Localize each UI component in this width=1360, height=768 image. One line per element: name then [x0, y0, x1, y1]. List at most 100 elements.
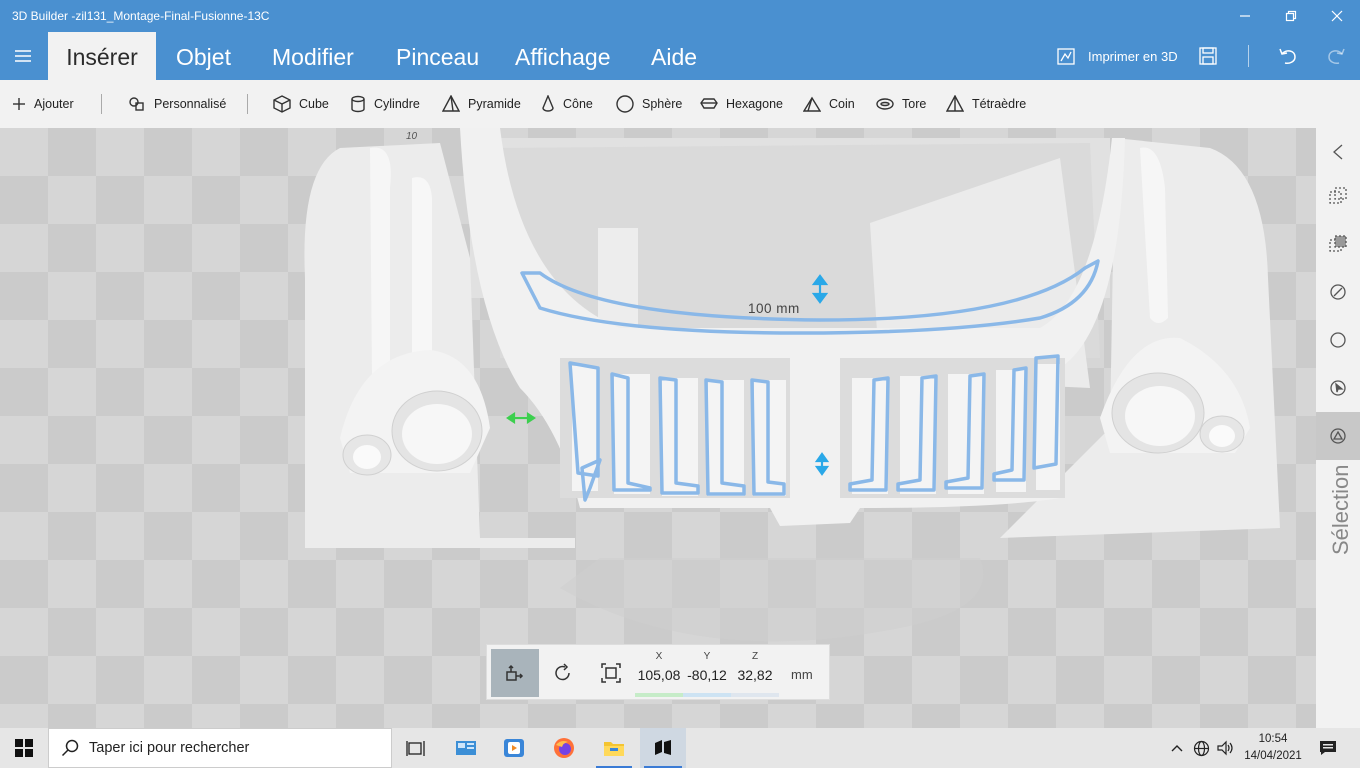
select-circle-button[interactable] [1316, 316, 1360, 364]
restore-button[interactable] [1268, 0, 1314, 32]
search-icon [61, 739, 79, 757]
cone-label: Cône [563, 97, 593, 111]
paste-button[interactable] [1316, 220, 1360, 268]
volume-button[interactable] [1214, 728, 1238, 768]
plus-icon [13, 98, 25, 110]
add-button[interactable]: Ajouter [12, 80, 74, 128]
task-view-icon [406, 741, 425, 756]
taskbar-app-control-panel[interactable] [444, 728, 488, 768]
print-3d-button[interactable]: Imprimer en 3D [1056, 32, 1178, 80]
speaker-icon [1217, 740, 1233, 756]
collapse-panel-button[interactable] [1316, 128, 1360, 176]
select-shapes-button[interactable] [1316, 268, 1360, 316]
x-coordinate[interactable]: X 105,08 [635, 649, 683, 697]
sphere-button[interactable]: Sphère [616, 80, 682, 128]
tetrahedron-icon [946, 95, 964, 112]
minimize-icon [1240, 15, 1250, 17]
redo-button[interactable] [1325, 32, 1347, 80]
task-view-button[interactable] [394, 728, 438, 768]
chevron-up-icon [1171, 745, 1183, 752]
cube-label: Cube [299, 97, 329, 111]
wedge-button[interactable]: Coin [803, 80, 855, 128]
y-value: -80,12 [687, 667, 727, 683]
cone-button[interactable]: Cône [541, 80, 593, 128]
cone-icon [542, 95, 554, 112]
cylinder-button[interactable]: Cylindre [350, 80, 420, 128]
globe-icon [1193, 740, 1209, 756]
tetrahedron-button[interactable]: Tétraèdre [946, 80, 1026, 128]
y-coordinate[interactable]: Y -80,12 [683, 649, 731, 697]
torus-button[interactable]: Tore [876, 80, 926, 128]
firefox-icon [554, 738, 574, 758]
minimize-button[interactable] [1222, 0, 1268, 32]
close-icon [1331, 10, 1343, 22]
3d-model[interactable] [0, 128, 1316, 728]
move-button[interactable] [491, 649, 539, 697]
wedge-icon [803, 96, 821, 112]
scale-icon [601, 663, 621, 683]
taskbar-app-3d-builder[interactable] [640, 728, 686, 768]
scale-button[interactable] [587, 649, 635, 697]
duplicate-icon [1329, 187, 1347, 204]
selection-text: Sélection [1328, 464, 1353, 555]
dimension-label: 100 mm [748, 301, 800, 316]
tab-affichage[interactable]: Affichage [515, 32, 610, 80]
pyramid-icon [442, 95, 460, 112]
media-player-icon [504, 739, 524, 757]
z-axis-label: Z [751, 651, 759, 662]
selection-label: Sélection [1322, 464, 1353, 565]
wedge-label: Coin [829, 97, 855, 111]
network-button[interactable] [1190, 728, 1212, 768]
pyramid-button[interactable]: Pyramide [442, 80, 521, 128]
print-3d-label: Imprimer en 3D [1088, 48, 1178, 64]
tab-inserer[interactable]: Insérer [48, 32, 156, 80]
print-3d-icon [1057, 48, 1075, 65]
toolbar-divider [247, 94, 248, 114]
sphere-label: Sphère [642, 97, 683, 111]
tab-objet[interactable]: Objet [176, 32, 231, 80]
hexagon-label: Hexagone [726, 97, 783, 111]
cube-button[interactable]: Cube [273, 80, 329, 128]
notifications-button[interactable] [1310, 728, 1346, 768]
x-value: 105,08 [637, 667, 681, 683]
restore-icon [1285, 10, 1297, 22]
menu-button[interactable] [0, 32, 46, 80]
select-cursor-button[interactable] [1316, 364, 1360, 412]
3d-viewport[interactable]: 10 100 mm [0, 128, 1316, 728]
taskbar: Taper ici pour rechercher 10:54 14/04/20… [0, 728, 1360, 768]
y-axis-label: Y [703, 651, 711, 662]
show-hidden-icons-button[interactable] [1166, 728, 1188, 768]
cube-icon [273, 95, 291, 113]
close-button[interactable] [1314, 0, 1360, 32]
taskbar-search[interactable]: Taper ici pour rechercher [48, 728, 392, 768]
insert-toolbar: Ajouter Personnalisé Cube Cylindre Pyram… [0, 80, 1360, 128]
z-coordinate[interactable]: Z 32,82 [731, 649, 779, 697]
undo-button[interactable] [1277, 32, 1299, 80]
taskbar-clock[interactable]: 10:54 14/04/2021 [1240, 731, 1306, 765]
hexagon-button[interactable]: Hexagone [700, 80, 783, 128]
selection-mode-button[interactable] [1316, 412, 1360, 460]
duplicate-button[interactable] [1316, 172, 1360, 220]
taskbar-app-firefox[interactable] [542, 728, 586, 768]
model-corner-label: 10 [406, 131, 418, 142]
y-axis-bar [683, 693, 731, 697]
move-icon [506, 664, 524, 681]
custom-label: Personnalisé [154, 97, 227, 111]
title-bar: 3D Builder -zil131_Montage-Final-Fusionn… [0, 0, 1360, 32]
tab-pinceau[interactable]: Pinceau [396, 32, 479, 80]
rotate-button[interactable] [539, 649, 587, 697]
taskbar-app-media[interactable] [492, 728, 536, 768]
add-label: Ajouter [34, 97, 74, 111]
start-button[interactable] [0, 728, 48, 768]
window-title: 3D Builder -zil131_Montage-Final-Fusionn… [12, 9, 270, 23]
custom-button[interactable]: Personnalisé [128, 80, 226, 128]
clock-time: 10:54 [1258, 733, 1288, 745]
tab-aide[interactable]: Aide [651, 32, 697, 80]
z-axis-bar [731, 693, 779, 697]
save-button[interactable] [1198, 32, 1218, 80]
tab-modifier[interactable]: Modifier [272, 32, 354, 80]
taskbar-app-file-explorer[interactable] [592, 728, 636, 768]
save-icon [1199, 47, 1217, 65]
clock-date: 14/04/2021 [1244, 750, 1302, 762]
unit-label: mm [791, 667, 813, 682]
